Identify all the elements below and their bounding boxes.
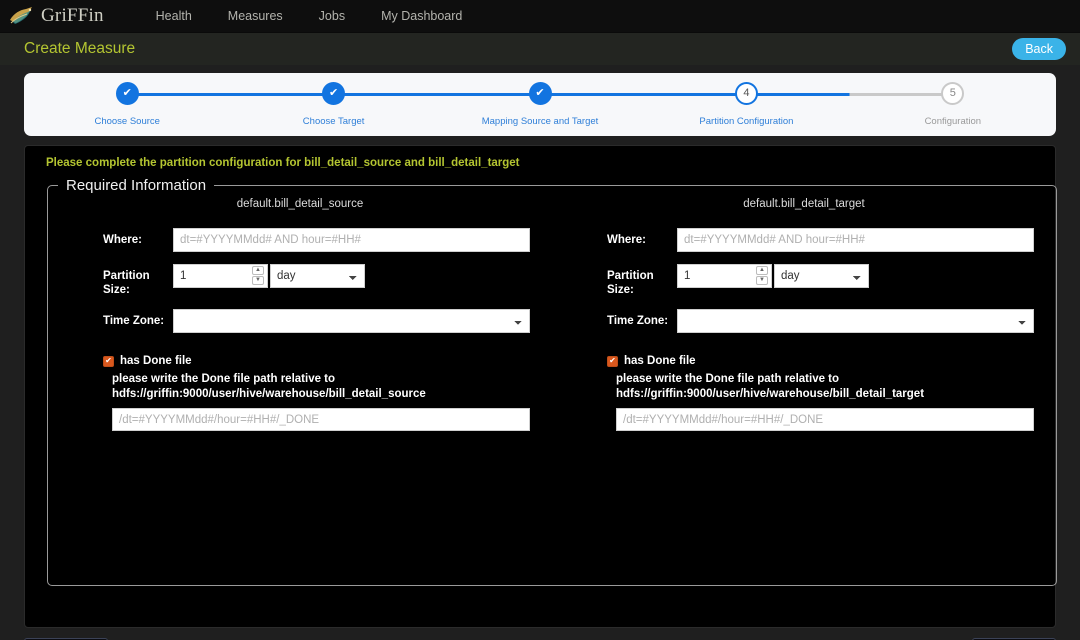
step-label: Choose Target bbox=[302, 116, 365, 127]
source-column: default.bill_detail_source Where: Partit… bbox=[48, 198, 552, 431]
target-done-file-path-input[interactable] bbox=[616, 408, 1034, 431]
nav-link-measures[interactable]: Measures bbox=[210, 0, 301, 33]
step-configuration[interactable]: 5 Configuration bbox=[850, 73, 1056, 127]
target-column: default.bill_detail_target Where: Partit… bbox=[552, 198, 1056, 431]
required-information-fieldset: Required Information default.bill_detail… bbox=[47, 177, 1057, 586]
target-partition-size-row: Partition Size: ▲ ▼ day bbox=[607, 264, 1034, 297]
target-timezone-row: Time Zone: bbox=[607, 309, 1034, 333]
step-mapping-source-and-target[interactable]: ✔ Mapping Source and Target bbox=[437, 73, 747, 127]
griffin-logo-icon bbox=[10, 7, 32, 24]
partition-configuration-panel: Please complete the partition configurat… bbox=[24, 145, 1057, 628]
step-number: 4 bbox=[743, 87, 750, 99]
fieldset-legend: Required Information bbox=[66, 177, 207, 194]
step-circle: 4 bbox=[734, 82, 758, 105]
nav-link-jobs[interactable]: Jobs bbox=[301, 0, 363, 33]
source-where-label: Where: bbox=[103, 234, 142, 246]
target-has-done-file-label: has Done file bbox=[624, 355, 696, 367]
target-has-done-file-checkbox[interactable]: ✔ bbox=[607, 355, 618, 367]
spinner-down-icon[interactable]: ▼ bbox=[252, 276, 264, 285]
step-choose-target[interactable]: ✔ Choose Target bbox=[230, 73, 541, 127]
navbar: GriFFin Health Measures Jobs My Dashboar… bbox=[0, 0, 1080, 33]
spinner-up-icon[interactable]: ▲ bbox=[756, 266, 768, 275]
source-done-file-block: ✔ has Done file please write the Done fi… bbox=[48, 355, 552, 431]
instruction-alert: Please complete the partition configurat… bbox=[46, 157, 520, 169]
target-where-input[interactable] bbox=[677, 228, 1034, 252]
source-done-file-path-input[interactable] bbox=[112, 408, 530, 431]
target-partition-unit-select[interactable]: day bbox=[774, 264, 869, 288]
spinner-down-icon[interactable]: ▼ bbox=[756, 276, 768, 285]
step-partition-configuration[interactable]: 4 Partition Configuration bbox=[643, 73, 953, 127]
source-timezone-row: Time Zone: bbox=[103, 309, 530, 333]
page-title: Create Measure bbox=[24, 40, 136, 57]
source-has-done-file-label: has Done file bbox=[120, 355, 192, 367]
target-dataset-title: default.bill_detail_target bbox=[743, 198, 865, 210]
spinner-up-icon[interactable]: ▲ bbox=[252, 266, 264, 275]
target-partition-size-label: Partition Size: bbox=[607, 270, 654, 296]
source-dataset-title: default.bill_detail_source bbox=[236, 198, 364, 210]
nav-links: Health Measures Jobs My Dashboard bbox=[138, 0, 481, 33]
source-where-row: Where: bbox=[103, 228, 530, 252]
page-header: Create Measure Back bbox=[0, 33, 1080, 65]
target-timezone-select[interactable] bbox=[677, 309, 1034, 333]
header-back-button[interactable]: Back bbox=[1012, 38, 1066, 60]
nav-link-health[interactable]: Health bbox=[138, 0, 210, 33]
source-timezone-label: Time Zone: bbox=[103, 315, 165, 327]
wizard-stepper: ✔ Choose Source ✔ Choose Target ✔ Mappin… bbox=[24, 73, 1056, 136]
target-done-file-help: please write the Done file path relative… bbox=[616, 373, 925, 400]
source-partition-unit-select[interactable]: day bbox=[270, 264, 365, 288]
source-done-file-help: please write the Done file path relative… bbox=[112, 373, 426, 400]
check-icon: ✔ bbox=[122, 87, 132, 99]
source-has-done-file-checkbox[interactable]: ✔ bbox=[103, 355, 114, 367]
step-circle: ✔ bbox=[322, 82, 346, 105]
step-label: Partition Configuration bbox=[699, 116, 794, 127]
check-icon: ✔ bbox=[329, 87, 339, 99]
step-choose-source[interactable]: ✔ Choose Source bbox=[24, 73, 334, 127]
check-icon: ✔ bbox=[535, 87, 545, 99]
step-number: 5 bbox=[949, 87, 956, 99]
target-done-file-block: ✔ has Done file please write the Done fi… bbox=[552, 355, 1056, 431]
step-circle: ✔ bbox=[115, 82, 139, 105]
target-where-label: Where: bbox=[607, 234, 646, 246]
brand-text: GriFFin bbox=[41, 5, 104, 26]
brand[interactable]: GriFFin bbox=[8, 5, 104, 27]
step-label: Choose Source bbox=[94, 116, 160, 127]
target-where-row: Where: bbox=[607, 228, 1034, 252]
source-partition-size-row: Partition Size: ▲ ▼ day bbox=[103, 264, 530, 297]
source-where-input[interactable] bbox=[173, 228, 530, 252]
source-timezone-select[interactable] bbox=[173, 309, 530, 333]
target-partition-size-stepper[interactable]: ▲ ▼ bbox=[756, 266, 768, 285]
step-label: Configuration bbox=[924, 116, 982, 127]
target-timezone-label: Time Zone: bbox=[607, 315, 669, 327]
source-partition-size-label: Partition Size: bbox=[103, 270, 150, 296]
step-circle: ✔ bbox=[528, 82, 552, 105]
step-circle: 5 bbox=[941, 82, 965, 105]
step-label: Mapping Source and Target bbox=[481, 116, 599, 127]
nav-link-my-dashboard[interactable]: My Dashboard bbox=[363, 0, 480, 33]
source-partition-size-stepper[interactable]: ▲ ▼ bbox=[252, 266, 264, 285]
